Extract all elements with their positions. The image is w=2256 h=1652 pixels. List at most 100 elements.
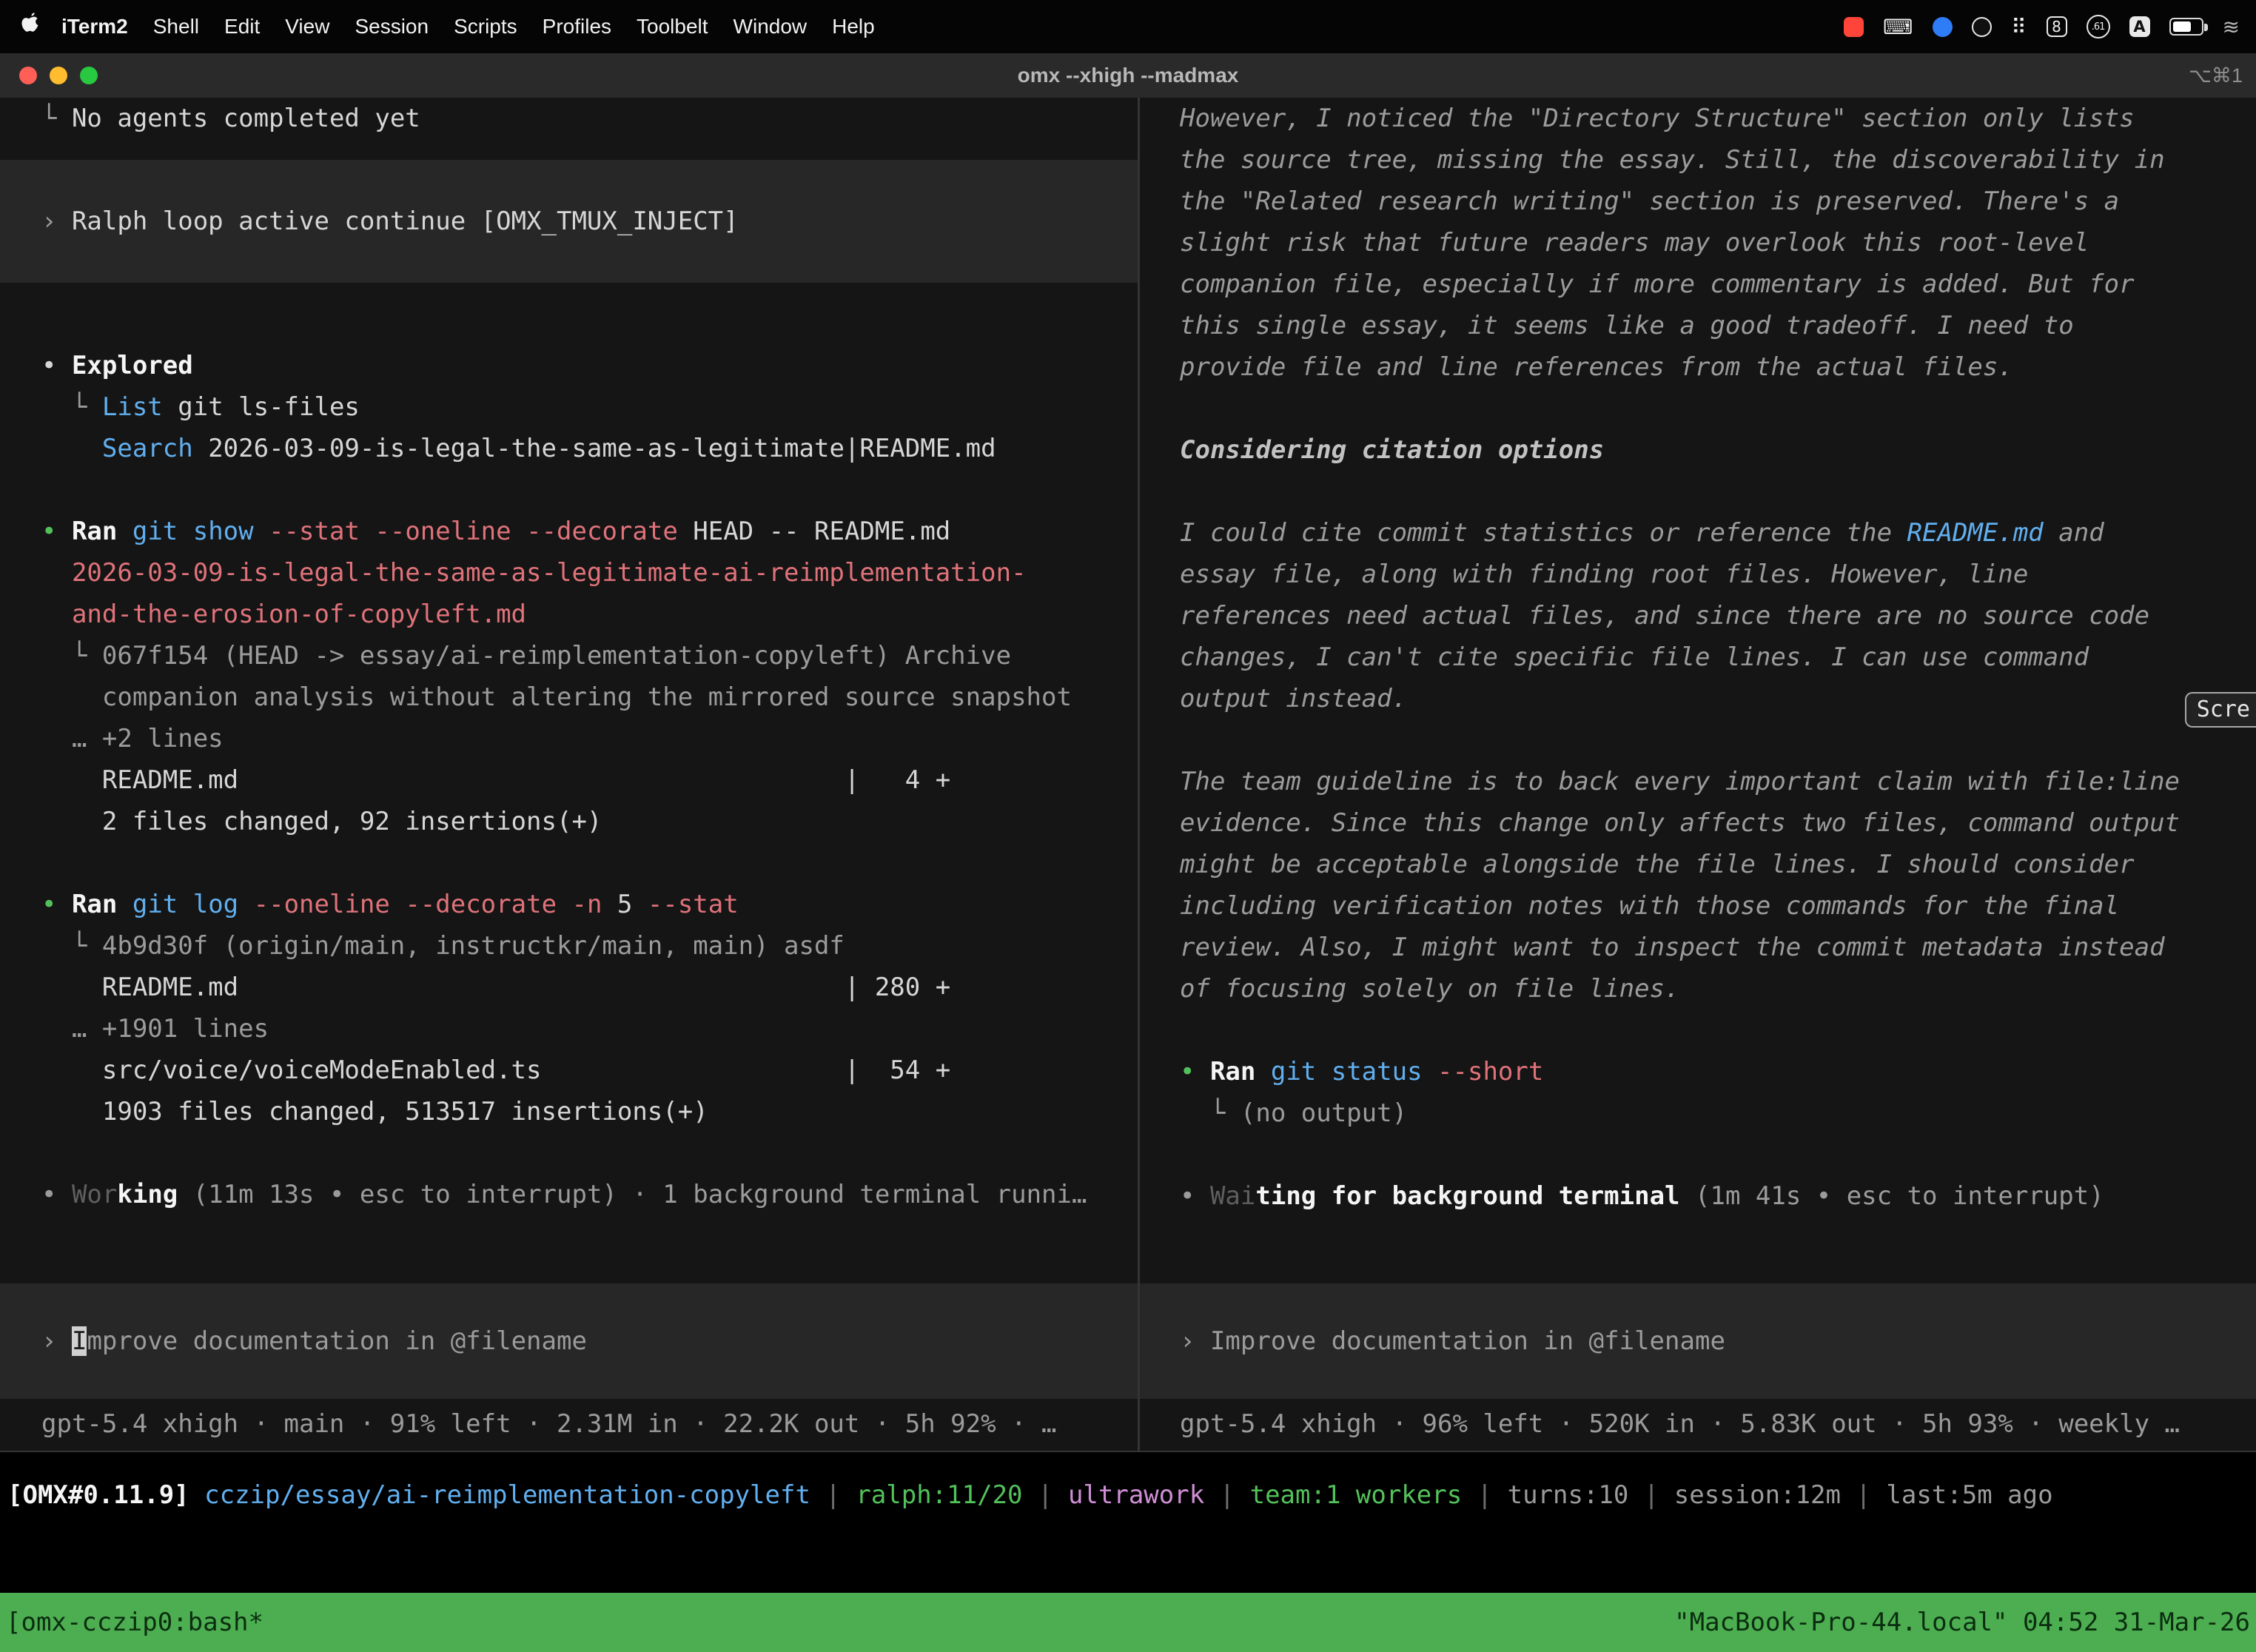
terminal-line: └ (no output) bbox=[1180, 1092, 2241, 1134]
pane-right-scrollback: However, I noticed the "Directory Struct… bbox=[1180, 98, 2241, 1217]
blue-app-icon[interactable] bbox=[1933, 17, 1953, 37]
pane-left-status-line: gpt-5.4 xhigh · main · 91% left · 2.31M … bbox=[41, 1403, 1127, 1445]
terminal-line bbox=[41, 303, 1127, 345]
terminal-area: └ No agents completed yet › Ralph loop a… bbox=[0, 98, 2256, 1452]
terminal-line: slight risk that future readers may over… bbox=[1180, 222, 2241, 263]
screen-recording-indicator[interactable] bbox=[1844, 17, 1864, 37]
terminal-line: README.md | 4 + bbox=[41, 759, 1127, 801]
screen-overlay-button[interactable]: Scre bbox=[2185, 692, 2256, 728]
terminal-line: changes, I can't cite specific file line… bbox=[1180, 637, 2241, 678]
terminal-line: the "Related research writing" section i… bbox=[1180, 181, 2241, 222]
signal-icon[interactable]: ≋ bbox=[2223, 14, 2240, 39]
terminal-line: output instead. bbox=[1180, 678, 2241, 719]
menu-item-window[interactable]: Window bbox=[721, 15, 820, 38]
zoom-button[interactable] bbox=[80, 67, 98, 84]
stat-61-icon[interactable]: .61 bbox=[2087, 15, 2110, 38]
prompt-input-left[interactable]: › Improve documentation in @filename bbox=[0, 1283, 1138, 1399]
terminal-line: └ No agents completed yet bbox=[41, 98, 1127, 139]
pane-right-bottom: › Improve documentation in @filename gpt… bbox=[1180, 1283, 2241, 1445]
omx-status-line: [OMX#0.11.9] cczip/essay/ai-reimplementa… bbox=[0, 1474, 2256, 1516]
pane-left-top: └ No agents completed yet bbox=[41, 98, 1127, 139]
minimize-button[interactable] bbox=[50, 67, 67, 84]
terminal-pane-left: └ No agents completed yet › Ralph loop a… bbox=[0, 98, 1138, 1451]
terminal-line: essay file, along with finding root file… bbox=[1180, 554, 2241, 595]
terminal-line: this single essay, it seems like a good … bbox=[1180, 305, 2241, 346]
terminal-line: might be acceptable alongside the file l… bbox=[1180, 844, 2241, 885]
traffic-lights bbox=[19, 53, 98, 98]
terminal-line: of focusing solely on file lines. bbox=[1180, 968, 2241, 1010]
terminal-line: Considering citation options bbox=[1180, 429, 2241, 471]
menu-item-scripts[interactable]: Scripts bbox=[441, 15, 530, 38]
terminal-line: companion analysis without altering the … bbox=[41, 676, 1127, 718]
menu-item-toolbelt[interactable]: Toolbelt bbox=[624, 15, 721, 38]
terminal-line bbox=[41, 469, 1127, 511]
terminal-line: and-the-erosion-of-copyleft.md bbox=[41, 594, 1127, 635]
window-title: omx --xhigh --madmax bbox=[1018, 64, 1239, 87]
terminal-line: I could cite commit statistics or refere… bbox=[1180, 512, 2241, 554]
pane-right-status-line: gpt-5.4 xhigh · 96% left · 520K in · 5.8… bbox=[1180, 1403, 2241, 1445]
apps-grid-icon[interactable]: ⠿ bbox=[2011, 14, 2027, 39]
dark-app-icon[interactable] bbox=[1972, 17, 1992, 37]
terminal-line: README.md | 280 + bbox=[41, 967, 1127, 1008]
battery-icon[interactable] bbox=[2169, 18, 2203, 36]
terminal-line: • Ran git log --oneline --decorate -n 5 … bbox=[41, 884, 1127, 925]
menu-item-edit[interactable]: Edit bbox=[212, 15, 272, 38]
terminal-line: provide file and line references from th… bbox=[1180, 346, 2241, 388]
menu-item-view[interactable]: View bbox=[272, 15, 342, 38]
keyboard-icon[interactable]: ⌨ bbox=[1883, 14, 1913, 39]
terminal-line: companion file, especially if more comme… bbox=[1180, 263, 2241, 305]
terminal-line bbox=[1180, 1134, 2241, 1175]
tmux-session-window[interactable]: [omx-cczip0:bash* bbox=[6, 1608, 263, 1637]
apple-menu[interactable] bbox=[19, 12, 41, 42]
terminal-line: • Working (11m 13s • esc to interrupt) ·… bbox=[41, 1174, 1127, 1215]
terminal-line: src/voice/voiceModeEnabled.ts | 54 + bbox=[41, 1050, 1127, 1091]
pane-left-bottom: › Improve documentation in @filename gpt… bbox=[41, 1283, 1127, 1445]
menu-bar: iTerm2 Shell Edit View Session Scripts P… bbox=[0, 0, 2256, 53]
bottom-gap bbox=[0, 1516, 2256, 1593]
terminal-line: └ List git ls-files bbox=[41, 386, 1127, 428]
terminal-line: The team guideline is to back every impo… bbox=[1180, 761, 2241, 802]
terminal-line bbox=[1180, 719, 2241, 761]
terminal-line: … +2 lines bbox=[41, 718, 1127, 759]
terminal-line: 2 files changed, 92 insertions(+) bbox=[41, 801, 1127, 842]
terminal-line: • Waiting for background terminal (1m 41… bbox=[1180, 1175, 2241, 1217]
key-8-icon[interactable]: 8 bbox=[2047, 16, 2067, 37]
character-viewer-icon[interactable]: A bbox=[2129, 16, 2150, 37]
close-button[interactable] bbox=[19, 67, 37, 84]
terminal-line: the source tree, missing the essay. Stil… bbox=[1180, 139, 2241, 181]
screen: iTerm2 Shell Edit View Session Scripts P… bbox=[0, 0, 2256, 1652]
terminal-pane-right: However, I noticed the "Directory Struct… bbox=[1140, 98, 2256, 1451]
window-title-bar[interactable]: omx --xhigh --madmax ⌥⌘1 bbox=[0, 53, 2256, 98]
terminal-line bbox=[41, 842, 1127, 884]
tmux-status-bar: [omx-cczip0:bash* "MacBook-Pro-44.local"… bbox=[0, 1593, 2256, 1652]
terminal-line: Search 2026-03-09-is-legal-the-same-as-l… bbox=[41, 428, 1127, 469]
terminal-line bbox=[41, 1132, 1127, 1174]
terminal-line: 1903 files changed, 513517 insertions(+) bbox=[41, 1091, 1127, 1132]
prompt-input-left-text: › Improve documentation in @filename bbox=[41, 1320, 1127, 1362]
prompt-input-right[interactable]: › Improve documentation in @filename bbox=[1140, 1283, 2256, 1399]
terminal-line: … +1901 lines bbox=[41, 1008, 1127, 1050]
terminal-line: • Explored bbox=[41, 345, 1127, 386]
pane-left-scrollback: • Explored └ List git ls-files Search 20… bbox=[41, 303, 1127, 1215]
terminal-line: review. Also, I might want to inspect th… bbox=[1180, 927, 2241, 968]
window-shortcut-badge: ⌥⌘1 bbox=[2189, 64, 2243, 87]
terminal-line bbox=[1180, 471, 2241, 512]
terminal-line bbox=[1180, 1010, 2241, 1051]
menu-item-profiles[interactable]: Profiles bbox=[530, 15, 624, 38]
terminal-line: However, I noticed the "Directory Struct… bbox=[1180, 98, 2241, 139]
menu-item-shell[interactable]: Shell bbox=[141, 15, 212, 38]
terminal-line: • Ran git status --short bbox=[1180, 1051, 2241, 1092]
menu-item-iterm2[interactable]: iTerm2 bbox=[49, 15, 141, 38]
apple-logo-icon bbox=[19, 12, 41, 42]
prompt-input-right-text: › Improve documentation in @filename bbox=[1180, 1320, 2241, 1362]
menu-item-help[interactable]: Help bbox=[819, 15, 887, 38]
terminal-line bbox=[1180, 388, 2241, 429]
menu-item-session[interactable]: Session bbox=[342, 15, 441, 38]
terminal-line: including verification notes with those … bbox=[1180, 885, 2241, 927]
terminal-line: • Ran git show --stat --oneline --decora… bbox=[41, 511, 1127, 552]
terminal-line: 2026-03-09-is-legal-the-same-as-legitima… bbox=[41, 552, 1127, 594]
terminal-line: evidence. Since this change only affects… bbox=[1180, 802, 2241, 844]
terminal-line: └ 4b9d30f (origin/main, instructkr/main,… bbox=[41, 925, 1127, 967]
ralph-inject-banner-text: › Ralph loop active continue [OMX_TMUX_I… bbox=[41, 201, 1127, 242]
menu-bar-status-icons: ⌨ ⠿ 8 .61 A ≋ bbox=[1844, 14, 2240, 39]
